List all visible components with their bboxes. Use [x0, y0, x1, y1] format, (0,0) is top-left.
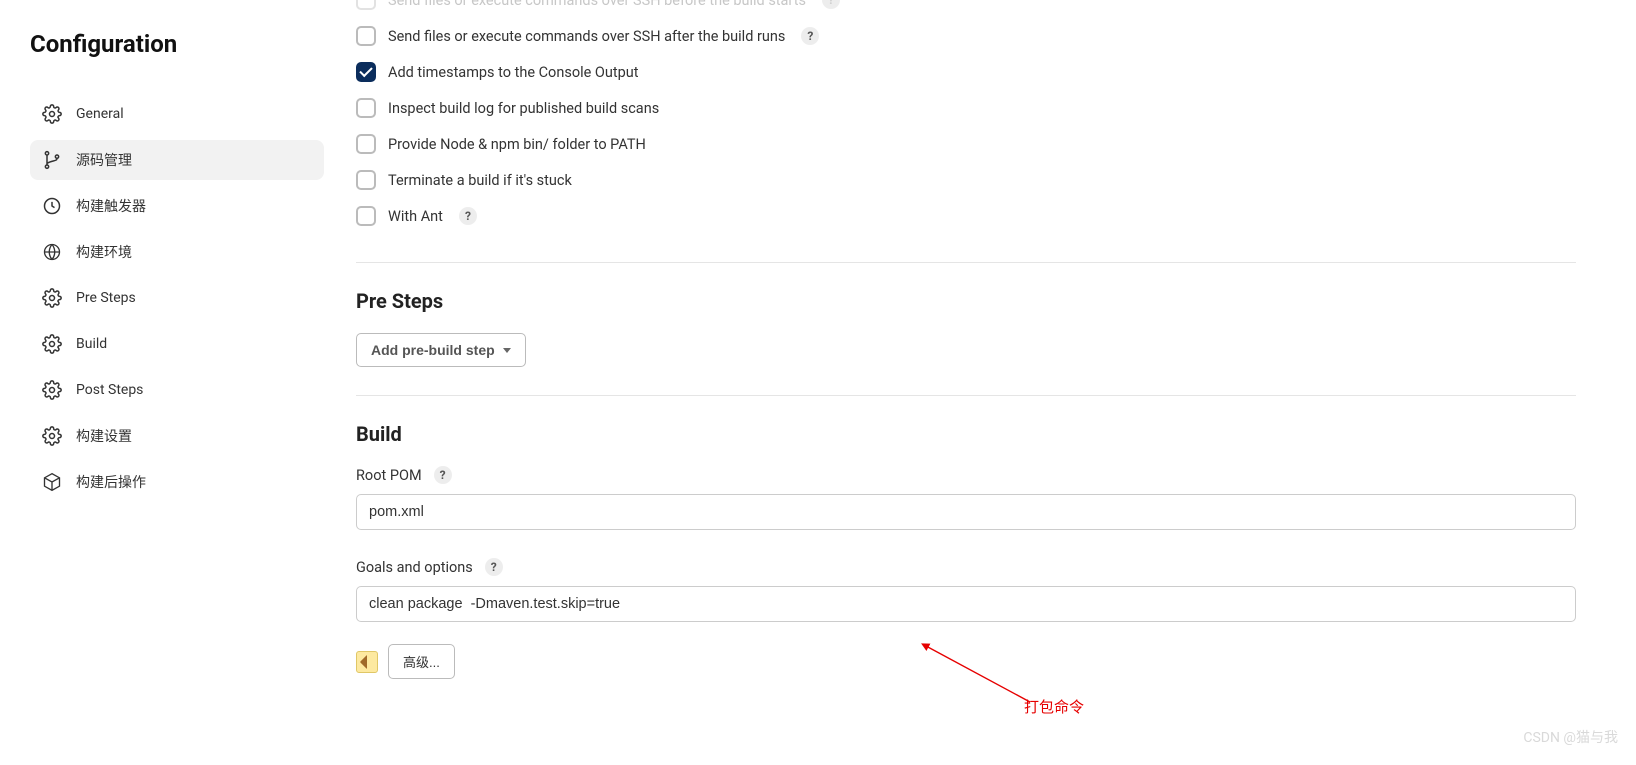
sidebar-item-label: 源码管理 — [76, 150, 132, 170]
checkbox[interactable] — [356, 98, 376, 118]
gear-icon — [42, 288, 62, 308]
sidebar-item-presteps[interactable]: Pre Steps — [30, 278, 324, 318]
add-prebuild-step-button[interactable]: Add pre-build step — [356, 333, 526, 367]
sidebar-item-label: Build — [76, 336, 107, 352]
help-icon[interactable]: ? — [485, 558, 503, 576]
sidebar-item-scm[interactable]: 源码管理 — [30, 140, 324, 180]
checkbox[interactable] — [356, 206, 376, 226]
watermark: CSDN @猫与我 — [1523, 727, 1618, 747]
sidebar-item-general[interactable]: General — [30, 94, 324, 134]
help-icon[interactable]: ? — [459, 207, 477, 225]
sidebar-item-environment[interactable]: 构建环境 — [30, 232, 324, 272]
field-row: Goals and options ? — [356, 558, 1576, 576]
check-row-ssh-after: Send files or execute commands over SSH … — [356, 18, 1576, 54]
goals-label: Goals and options — [356, 559, 473, 576]
main-content: Send files or execute commands over SSH … — [340, 0, 1636, 679]
help-icon[interactable]: ? — [434, 466, 452, 484]
branch-icon — [42, 150, 62, 170]
checkbox[interactable] — [356, 134, 376, 154]
divider — [356, 262, 1576, 263]
section-title-build: Build — [356, 422, 1576, 446]
check-row-node-path: Provide Node & npm bin/ folder to PATH — [356, 126, 1576, 162]
cube-icon — [42, 472, 62, 492]
check-label: Inspect build log for published build sc… — [388, 100, 659, 117]
help-icon[interactable]: ? — [801, 27, 819, 45]
globe-icon — [42, 242, 62, 262]
annotation-text: 打包命令 — [1024, 696, 1084, 717]
sidebar-item-label: 构建环境 — [76, 242, 132, 262]
sidebar-item-label: Pre Steps — [76, 290, 136, 306]
checkbox[interactable] — [356, 26, 376, 46]
sidebar-item-build[interactable]: Build — [30, 324, 324, 364]
check-label: Send files or execute commands over SSH … — [388, 0, 806, 9]
check-label: Terminate a build if it's stuck — [388, 172, 572, 189]
check-label: With Ant — [388, 208, 443, 225]
sidebar-item-label: 构建后操作 — [76, 472, 146, 492]
chevron-down-icon — [503, 348, 511, 353]
advanced-button[interactable]: 高级... — [388, 644, 455, 679]
field-row: Root POM ? — [356, 466, 1576, 484]
check-row-ssh-before: Send files or execute commands over SSH … — [356, 0, 1576, 18]
check-row-timestamps: Add timestamps to the Console Output — [356, 54, 1576, 90]
gear-icon — [42, 334, 62, 354]
page-title: Configuration — [30, 30, 324, 58]
check-label: Provide Node & npm bin/ folder to PATH — [388, 136, 646, 153]
check-row-terminate-stuck: Terminate a build if it's stuck — [356, 162, 1576, 198]
sidebar-item-label: 构建设置 — [76, 426, 132, 446]
gear-icon — [42, 104, 62, 124]
note-icon — [356, 651, 378, 673]
gear-icon — [42, 380, 62, 400]
checkbox[interactable] — [356, 0, 376, 10]
gear-icon — [42, 426, 62, 446]
sidebar-item-postbuild[interactable]: 构建后操作 — [30, 462, 324, 502]
checkbox[interactable] — [356, 170, 376, 190]
help-icon[interactable]: ? — [822, 0, 840, 9]
goals-input[interactable] — [356, 586, 1576, 622]
advanced-row: 高级... — [356, 644, 1576, 679]
check-row-inspect-log: Inspect build log for published build sc… — [356, 90, 1576, 126]
sidebar: Configuration General 源码管理 构建触发器 构建环境 — [0, 0, 340, 679]
sidebar-item-label: Post Steps — [76, 382, 143, 398]
root-pom-label: Root POM — [356, 467, 422, 484]
sidebar-item-label: 构建触发器 — [76, 196, 146, 216]
clock-icon — [42, 196, 62, 216]
sidebar-item-triggers[interactable]: 构建触发器 — [30, 186, 324, 226]
divider — [356, 395, 1576, 396]
sidebar-item-label: General — [76, 106, 124, 122]
sidebar-item-buildsettings[interactable]: 构建设置 — [30, 416, 324, 456]
button-label: Add pre-build step — [371, 342, 495, 358]
sidebar-item-poststeps[interactable]: Post Steps — [30, 370, 324, 410]
checkbox[interactable] — [356, 62, 376, 82]
section-title-presteps: Pre Steps — [356, 289, 1576, 313]
check-label: Send files or execute commands over SSH … — [388, 28, 785, 45]
root-pom-input[interactable] — [356, 494, 1576, 530]
check-row-with-ant: With Ant ? — [356, 198, 1576, 234]
check-label: Add timestamps to the Console Output — [388, 64, 639, 81]
